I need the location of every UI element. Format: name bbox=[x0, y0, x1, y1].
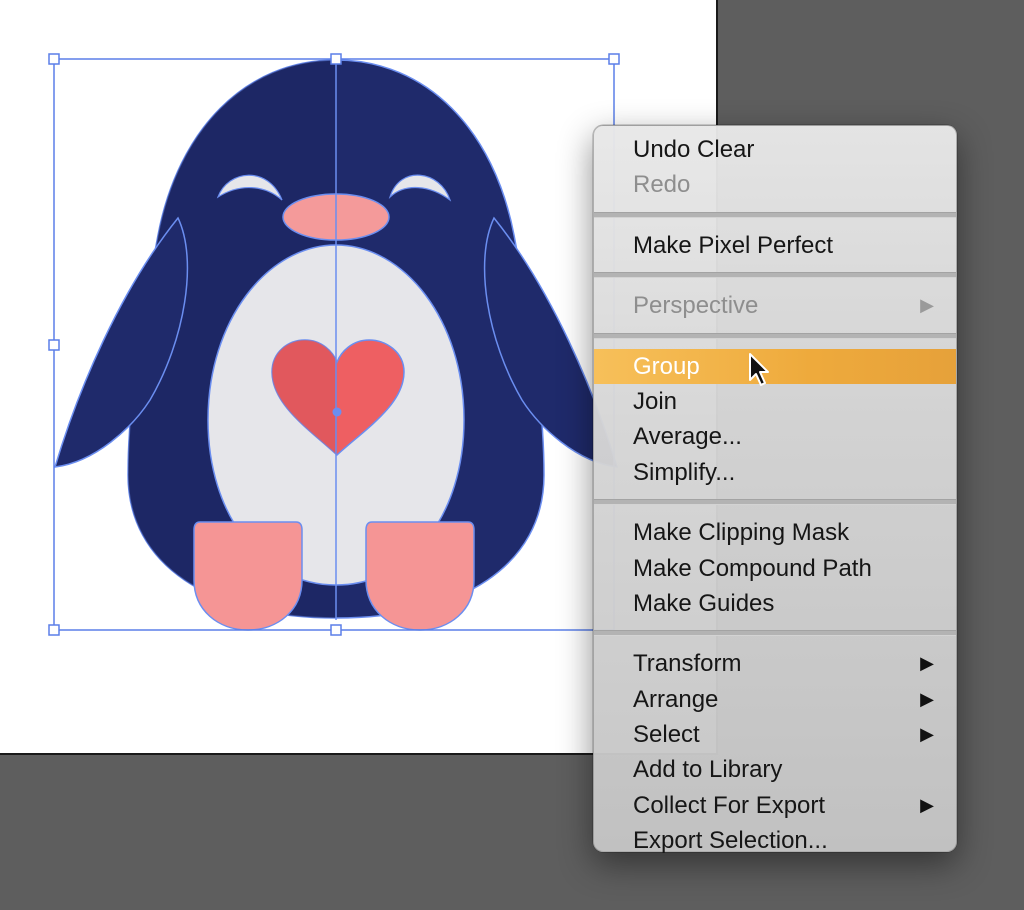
triangle-right-icon: ▶ bbox=[920, 295, 934, 316]
triangle-right-icon: ▶ bbox=[920, 688, 934, 709]
menu-item-make-guides[interactable]: Make Guides bbox=[594, 586, 956, 621]
menu-item-label: Make Pixel Perfect bbox=[633, 231, 834, 259]
triangle-right-icon: ▶ bbox=[920, 653, 934, 674]
menu-item-label: Make Clipping Mask bbox=[633, 519, 850, 547]
menu-item-average[interactable]: Average... bbox=[594, 419, 956, 454]
menu-item-label: Export Selection... bbox=[633, 827, 828, 855]
menu-item-perspective: Perspective ▶ bbox=[594, 288, 956, 323]
menu-item-redo: Redo bbox=[594, 167, 956, 202]
menu-separator bbox=[594, 272, 956, 279]
menu-item-select[interactable]: Select ▶ bbox=[594, 717, 956, 752]
menu-separator bbox=[594, 211, 956, 218]
menu-item-undo-clear[interactable]: Undo Clear bbox=[594, 132, 956, 167]
menu-item-arrange[interactable]: Arrange ▶ bbox=[594, 682, 956, 717]
menu-item-label: Join bbox=[633, 387, 678, 415]
menu-item-label: Simplify... bbox=[633, 458, 736, 486]
penguin-foot-left[interactable] bbox=[193, 521, 303, 631]
mouse-pointer-icon bbox=[749, 353, 769, 386]
menu-separator bbox=[594, 332, 956, 339]
menu-item-join[interactable]: Join bbox=[594, 384, 956, 419]
penguin-foot-right[interactable] bbox=[365, 521, 475, 631]
menu-item-label: Collect For Export bbox=[633, 791, 826, 819]
menu-separator bbox=[594, 630, 956, 637]
menu-item-make-clipping-mask[interactable]: Make Clipping Mask bbox=[594, 515, 956, 550]
menu-item-make-pixel-perfect[interactable]: Make Pixel Perfect bbox=[594, 228, 956, 263]
menu-item-label: Make Guides bbox=[633, 589, 775, 617]
menu-item-label: Add to Library bbox=[633, 756, 783, 784]
menu-item-transform[interactable]: Transform ▶ bbox=[594, 646, 956, 681]
menu-item-collect-for-export[interactable]: Collect For Export ▶ bbox=[594, 788, 956, 823]
menu-separator bbox=[594, 499, 956, 506]
menu-item-label: Transform bbox=[633, 650, 742, 678]
menu-item-add-to-library[interactable]: Add to Library bbox=[594, 752, 956, 787]
triangle-right-icon: ▶ bbox=[920, 724, 934, 745]
context-menu[interactable]: Undo Clear Redo Make Pixel Perfect Perspect… bbox=[593, 125, 957, 854]
menu-item-group[interactable]: Group bbox=[594, 348, 956, 384]
menu-item-label: Average... bbox=[633, 423, 742, 451]
menu-item-export-selection[interactable]: Export Selection... bbox=[594, 823, 956, 858]
menu-item-label: Arrange bbox=[633, 685, 719, 713]
menu-item-label: Redo bbox=[633, 171, 691, 199]
menu-item-simplify[interactable]: Simplify... bbox=[594, 455, 956, 490]
menu-item-label: Undo Clear bbox=[633, 136, 755, 163]
menu-item-label: Make Compound Path bbox=[633, 554, 872, 582]
menu-item-label: Perspective bbox=[633, 292, 759, 320]
triangle-right-icon: ▶ bbox=[920, 794, 934, 815]
menu-item-make-compound-path[interactable]: Make Compound Path bbox=[594, 551, 956, 586]
menu-item-label: Group bbox=[633, 352, 700, 380]
menu-item-label: Select bbox=[633, 721, 700, 749]
